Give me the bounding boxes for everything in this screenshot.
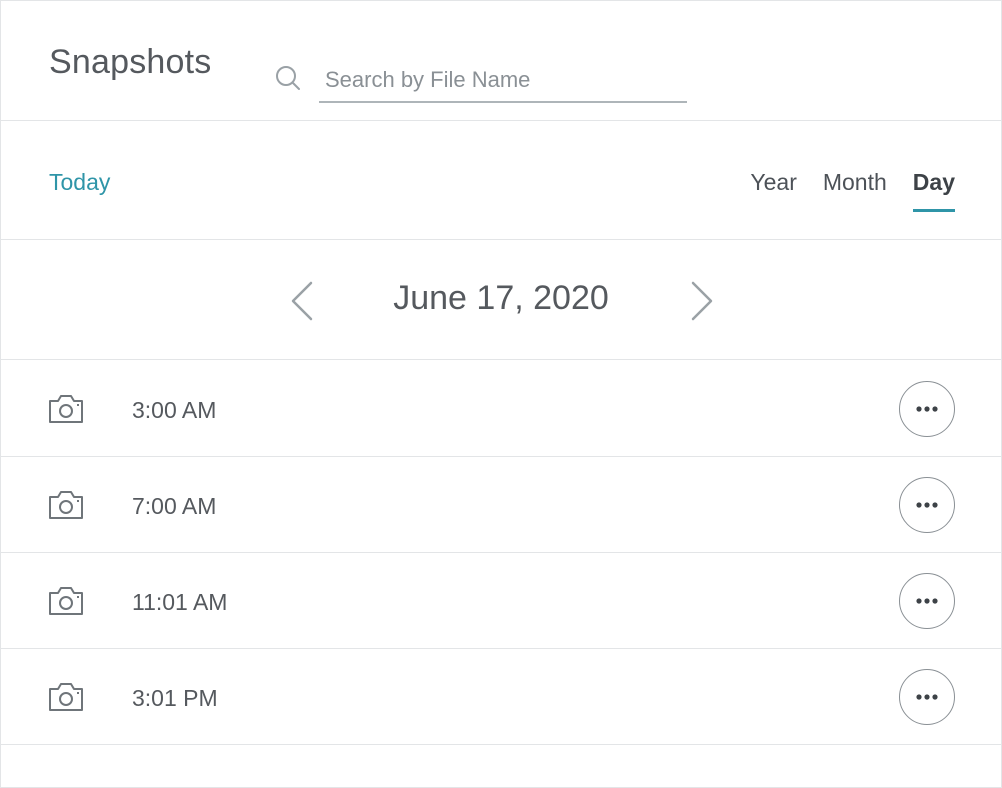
tab-month[interactable]: Month [823,169,887,212]
today-link[interactable]: Today [49,169,110,196]
current-date: June 17, 2020 [393,279,609,317]
panel-header: Snapshots [1,1,1001,121]
snapshot-list: 3:00 AM 7:00 AM 11:01 AM 3:01 PM [1,361,1001,745]
snapshots-panel: Snapshots Today Year Month Day June 17, … [0,0,1002,788]
chevron-right-icon[interactable] [687,279,717,323]
camera-icon [49,587,83,615]
tab-day[interactable]: Day [912,169,956,212]
date-navigator: June 17, 2020 [1,241,1001,360]
search-input[interactable] [319,59,687,103]
snapshot-time: 7:00 AM [132,493,217,519]
snapshot-time: 3:01 PM [132,685,218,711]
more-horizontal-icon [916,502,938,508]
snapshot-row[interactable]: 3:00 AM [1,361,1001,457]
search-icon [276,66,300,90]
more-horizontal-icon [916,694,938,700]
snapshot-row[interactable]: 3:01 PM [1,649,1001,745]
snapshot-row[interactable]: 7:00 AM [1,457,1001,553]
snapshot-time: 11:01 AM [132,589,228,615]
view-tabs: Year Month Day [750,169,956,212]
camera-icon [49,683,83,711]
view-bar: Today Year Month Day [1,121,1001,240]
more-horizontal-icon [916,406,938,412]
more-options-button[interactable] [899,381,955,437]
page-title: Snapshots [49,43,212,81]
more-options-button[interactable] [899,573,955,629]
more-options-button[interactable] [899,477,955,533]
camera-icon [49,395,83,423]
snapshot-row[interactable]: 11:01 AM [1,553,1001,649]
chevron-left-icon[interactable] [287,279,317,323]
more-options-button[interactable] [899,669,955,725]
more-horizontal-icon [916,598,938,604]
snapshot-time: 3:00 AM [132,397,217,423]
tab-year[interactable]: Year [750,169,796,212]
camera-icon [49,491,83,519]
